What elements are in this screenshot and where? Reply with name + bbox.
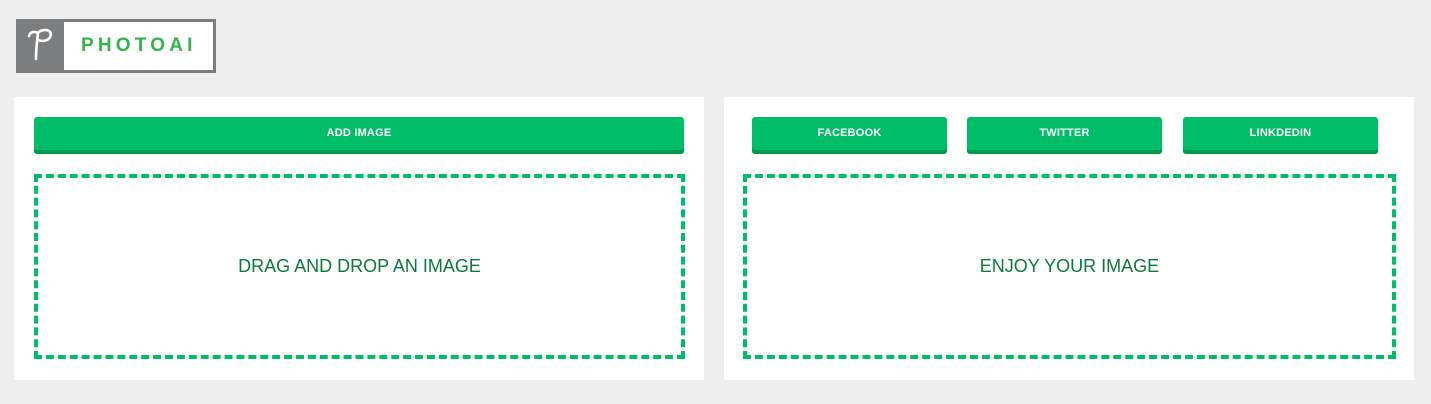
image-dropzone[interactable]: DRAG AND DROP AN IMAGE [34,174,685,359]
logo-wordmark-box: PHOTOAI [64,22,213,70]
add-image-button[interactable]: ADD IMAGE [34,117,684,154]
brand-logo[interactable]: PHOTOAI [16,19,216,73]
twitter-share-button[interactable]: TWITTER [967,117,1162,154]
linkedin-share-button[interactable]: LINKDEDIN [1183,117,1378,154]
dropzone-label: DRAG AND DROP AN IMAGE [238,256,481,276]
brand-name: PHOTOAI [81,35,197,56]
result-panel: FACEBOOK TWITTER LINKDEDIN ENJOY YOUR IM… [724,97,1414,380]
facebook-share-button[interactable]: FACEBOOK [752,117,947,154]
upload-panel: ADD IMAGE DRAG AND DROP AN IMAGE [14,97,704,380]
logo-p-icon [16,19,64,73]
result-image-area: ENJOY YOUR IMAGE [743,174,1396,359]
result-label: ENJOY YOUR IMAGE [979,256,1160,276]
